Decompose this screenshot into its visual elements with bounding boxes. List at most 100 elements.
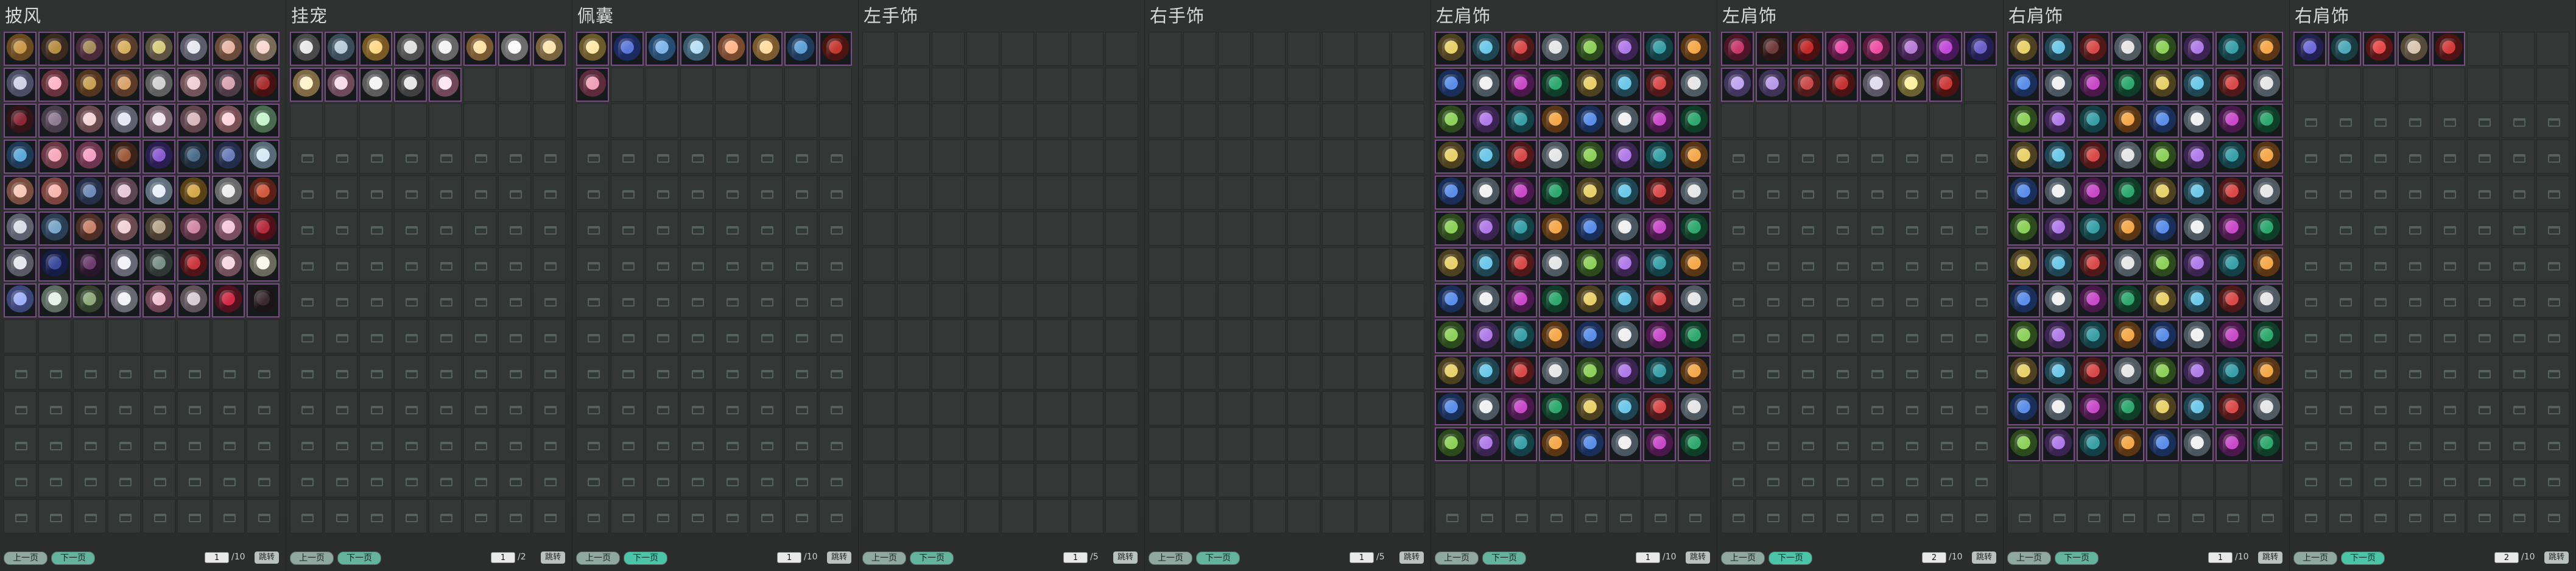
inventory-item-icon[interactable] xyxy=(1504,283,1537,317)
inventory-slot[interactable] xyxy=(611,427,644,461)
inventory-item-icon[interactable] xyxy=(2042,319,2075,353)
inventory-slot[interactable] xyxy=(1860,140,1893,174)
inventory-slot[interactable] xyxy=(1790,499,1823,533)
inventory-slot[interactable] xyxy=(108,463,141,497)
inventory-item-icon[interactable] xyxy=(1574,355,1606,389)
inventory-slot[interactable] xyxy=(1253,68,1286,102)
inventory-slot[interactable] xyxy=(533,247,566,282)
inventory-slot[interactable] xyxy=(1001,391,1034,425)
inventory-slot[interactable] xyxy=(1860,104,1893,138)
inventory-item-icon[interactable] xyxy=(1539,68,1572,102)
inventory-slot[interactable] xyxy=(1183,211,1216,246)
inventory-slot[interactable] xyxy=(646,140,678,174)
inventory-slot[interactable] xyxy=(819,140,852,174)
inventory-slot[interactable] xyxy=(611,211,644,246)
inventory-item-icon[interactable] xyxy=(108,68,141,102)
inventory-item-icon[interactable] xyxy=(2146,104,2179,138)
inventory-slot[interactable] xyxy=(1895,319,1927,353)
inventory-slot[interactable] xyxy=(325,427,357,461)
inventory-item-icon[interactable] xyxy=(784,32,817,66)
inventory-slot[interactable] xyxy=(2502,283,2535,317)
inventory-slot[interactable] xyxy=(862,355,895,389)
inventory-slot[interactable] xyxy=(750,319,783,353)
inventory-item-icon[interactable] xyxy=(1435,391,1468,425)
inventory-item-icon[interactable] xyxy=(177,176,210,210)
inventory-slot[interactable] xyxy=(1357,499,1390,533)
inventory-item-icon[interactable] xyxy=(2215,68,2248,102)
inventory-slot[interactable] xyxy=(784,283,817,317)
page-number-input[interactable]: 1 xyxy=(1063,552,1088,563)
inventory-slot[interactable] xyxy=(1183,32,1216,66)
inventory-slot[interactable] xyxy=(680,247,713,282)
inventory-slot[interactable] xyxy=(177,427,210,461)
inventory-slot[interactable] xyxy=(4,499,37,533)
inventory-item-icon[interactable] xyxy=(2181,283,2214,317)
inventory-slot[interactable] xyxy=(2293,391,2326,425)
inventory-slot[interactable] xyxy=(2181,499,2214,533)
inventory-slot[interactable] xyxy=(2146,463,2179,497)
inventory-slot[interactable] xyxy=(533,211,566,246)
inventory-slot[interactable] xyxy=(966,427,999,461)
inventory-slot[interactable] xyxy=(1036,463,1069,497)
next-page-button[interactable]: 下一页 xyxy=(1768,551,1812,565)
inventory-slot[interactable] xyxy=(2467,104,2500,138)
inventory-slot[interactable] xyxy=(611,140,644,174)
inventory-slot[interactable] xyxy=(1392,104,1424,138)
inventory-slot[interactable] xyxy=(1825,176,1858,210)
inventory-item-icon[interactable] xyxy=(247,140,280,174)
inventory-slot[interactable] xyxy=(750,247,783,282)
inventory-slot[interactable] xyxy=(1643,463,1676,497)
inventory-slot[interactable] xyxy=(715,319,748,353)
inventory-item-icon[interactable] xyxy=(73,68,106,102)
inventory-slot[interactable] xyxy=(498,247,531,282)
inventory-item-icon[interactable] xyxy=(108,247,141,282)
inventory-slot[interactable] xyxy=(325,211,357,246)
inventory-item-icon[interactable] xyxy=(2007,283,2040,317)
inventory-slot[interactable] xyxy=(1036,176,1069,210)
inventory-slot[interactable] xyxy=(819,319,852,353)
inventory-slot[interactable] xyxy=(1036,355,1069,389)
inventory-item-icon[interactable] xyxy=(2215,140,2248,174)
inventory-slot[interactable] xyxy=(1929,319,1962,353)
inventory-slot[interactable] xyxy=(1643,499,1676,533)
inventory-slot[interactable] xyxy=(73,499,106,533)
inventory-slot[interactable] xyxy=(1071,211,1103,246)
inventory-slot[interactable] xyxy=(2467,355,2500,389)
inventory-item-icon[interactable] xyxy=(1539,391,1572,425)
inventory-slot[interactable] xyxy=(1183,391,1216,425)
inventory-slot[interactable] xyxy=(73,319,106,353)
inventory-slot[interactable] xyxy=(611,68,644,102)
inventory-slot[interactable] xyxy=(966,499,999,533)
inventory-item-icon[interactable] xyxy=(73,211,106,246)
inventory-slot[interactable] xyxy=(2328,283,2361,317)
inventory-item-icon[interactable] xyxy=(1574,247,1606,282)
inventory-slot[interactable] xyxy=(1071,463,1103,497)
inventory-slot[interactable] xyxy=(646,427,678,461)
inventory-slot[interactable] xyxy=(533,391,566,425)
inventory-slot[interactable] xyxy=(463,247,496,282)
inventory-slot[interactable] xyxy=(2536,319,2569,353)
inventory-slot[interactable] xyxy=(1071,355,1103,389)
inventory-slot[interactable] xyxy=(1860,391,1893,425)
inventory-slot[interactable] xyxy=(1860,355,1893,389)
inventory-slot[interactable] xyxy=(2432,319,2465,353)
inventory-slot[interactable] xyxy=(1860,427,1893,461)
inventory-slot[interactable] xyxy=(1357,68,1390,102)
inventory-item-icon[interactable] xyxy=(73,283,106,317)
next-page-button[interactable]: 下一页 xyxy=(337,551,381,565)
inventory-slot[interactable] xyxy=(1357,283,1390,317)
inventory-slot[interactable] xyxy=(2502,211,2535,246)
inventory-slot[interactable] xyxy=(2502,319,2535,353)
inventory-slot[interactable] xyxy=(73,463,106,497)
inventory-slot[interactable] xyxy=(784,211,817,246)
inventory-slot[interactable] xyxy=(750,68,783,102)
inventory-slot[interactable] xyxy=(1678,499,1711,533)
inventory-slot[interactable] xyxy=(862,211,895,246)
inventory-slot[interactable] xyxy=(498,391,531,425)
inventory-slot[interactable] xyxy=(4,319,37,353)
inventory-slot[interactable] xyxy=(1825,319,1858,353)
inventory-slot[interactable] xyxy=(143,463,175,497)
inventory-item-icon[interactable] xyxy=(2215,283,2248,317)
inventory-slot[interactable] xyxy=(1895,499,1927,533)
inventory-item-icon[interactable] xyxy=(2077,211,2110,246)
